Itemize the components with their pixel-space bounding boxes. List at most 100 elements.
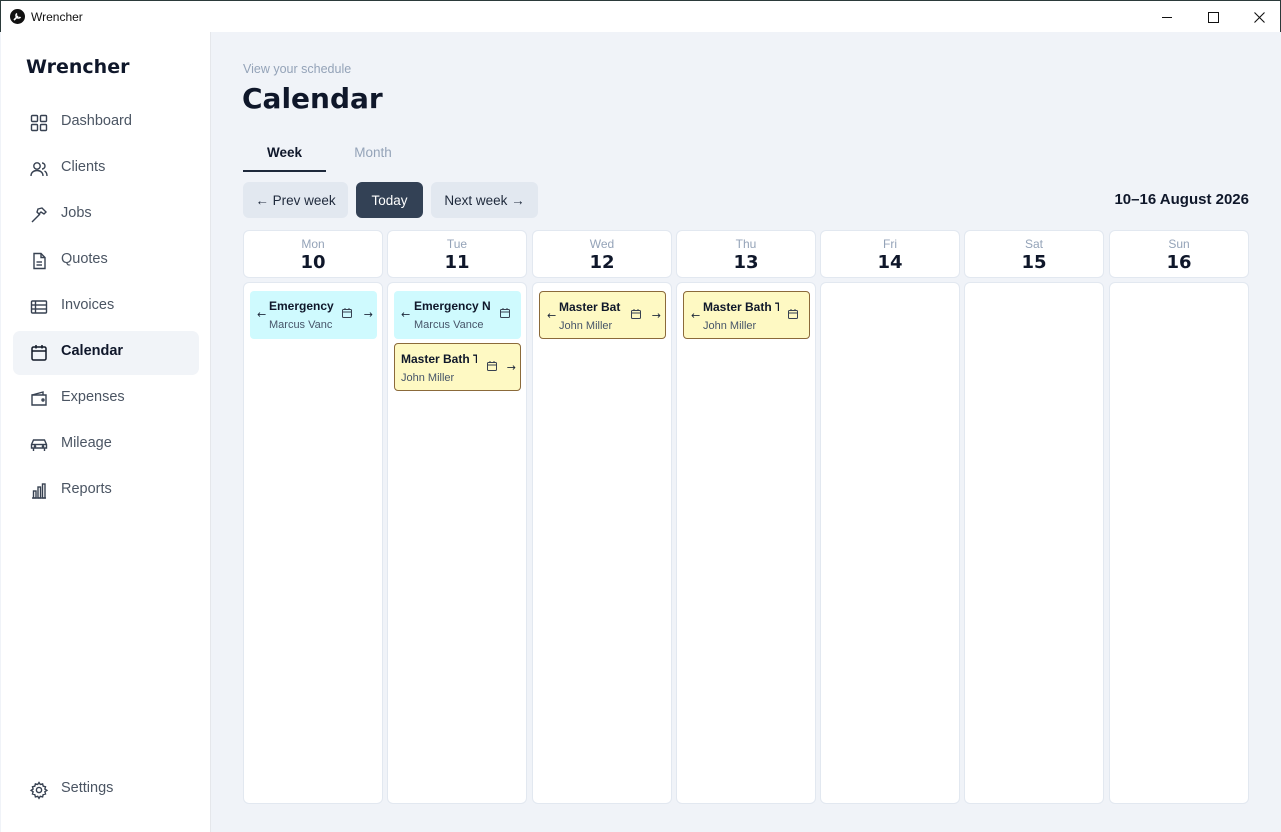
- sidebar-item-invoices[interactable]: Invoices: [13, 285, 199, 329]
- app-logo-icon: [10, 9, 25, 24]
- event-title: Master Bath T: [703, 300, 779, 314]
- move-left-arrow[interactable]: ←: [691, 309, 700, 322]
- today-button[interactable]: Today: [356, 182, 423, 218]
- event-title: Emergency No: [414, 299, 490, 313]
- move-left-arrow[interactable]: ←: [257, 308, 266, 321]
- calendar-event[interactable]: ← Emergency No Marcus Vance: [394, 291, 521, 339]
- day-number: 12: [589, 252, 615, 273]
- day-header-thu: Thu 13: [676, 230, 816, 278]
- window-title: Wrencher: [31, 10, 83, 24]
- receipt-icon: [30, 300, 48, 314]
- gear-icon: [29, 781, 49, 800]
- day-header-fri: Fri 14: [820, 230, 960, 278]
- calendar-event[interactable]: ← Emergency Marcus Vance →: [250, 291, 377, 339]
- calendar-icon[interactable]: [787, 308, 799, 320]
- day-header-wed: Wed 12: [532, 230, 672, 278]
- sidebar-item-quotes[interactable]: Quotes: [13, 239, 199, 283]
- sidebar: Wrencher Dashboard Clients Jobs Quotes I…: [1, 32, 211, 832]
- move-right-arrow[interactable]: →: [652, 309, 661, 322]
- minimize-button[interactable]: [1144, 1, 1190, 33]
- maximize-button[interactable]: [1190, 1, 1236, 33]
- calendar-icon[interactable]: [499, 307, 511, 319]
- day-name: Tue: [446, 237, 468, 251]
- calendar-event[interactable]: ← Master Bat John Miller →: [539, 291, 666, 339]
- sidebar-item-label: Dashboard: [61, 113, 132, 129]
- day-header-sun: Sun 16: [1109, 230, 1249, 278]
- sidebar-item-clients[interactable]: Clients: [13, 147, 199, 191]
- sidebar-item-expenses[interactable]: Expenses: [13, 377, 199, 421]
- day-column-mon[interactable]: ← Emergency Marcus Vance →: [243, 282, 383, 804]
- move-left-arrow[interactable]: ←: [547, 309, 556, 322]
- grid-icon: [30, 114, 48, 132]
- event-client: John Miller: [703, 320, 757, 332]
- tab-month[interactable]: Month: [333, 145, 413, 172]
- sidebar-item-label: Expenses: [61, 389, 125, 405]
- minimize-icon: [1161, 16, 1172, 18]
- event-client: Marcus Vance: [414, 319, 484, 331]
- event-client: John Miller: [401, 372, 455, 384]
- sidebar-item-label: Mileage: [61, 435, 112, 451]
- day-number: 13: [733, 252, 759, 273]
- wallet-icon: [31, 391, 47, 406]
- day-number: 11: [444, 252, 470, 273]
- page-subtitle: View your schedule: [243, 62, 352, 76]
- calendar-event[interactable]: ← Master Bath T John Miller: [683, 291, 810, 339]
- day-header-tue: Tue 11: [387, 230, 527, 278]
- document-icon: [33, 252, 46, 270]
- sidebar-item-label: Settings: [61, 780, 114, 796]
- calendar-icon[interactable]: [341, 307, 353, 319]
- day-header-sat: Sat 15: [964, 230, 1104, 278]
- day-name: Thu: [735, 237, 757, 251]
- event-title: Emergency: [269, 299, 334, 313]
- day-name: Sat: [1024, 237, 1043, 251]
- hammer-icon: [31, 207, 47, 223]
- day-column-sat[interactable]: [964, 282, 1104, 804]
- sidebar-item-settings[interactable]: Settings: [13, 768, 199, 812]
- day-column-fri[interactable]: [820, 282, 960, 804]
- day-name: Wed: [589, 237, 615, 251]
- day-number: 15: [1021, 252, 1047, 273]
- sidebar-item-label: Quotes: [61, 251, 108, 267]
- event-client: Marcus Vance: [269, 319, 332, 331]
- car-icon: [30, 439, 48, 451]
- day-name: Sun: [1168, 237, 1190, 251]
- day-column-tue[interactable]: ← Emergency No Marcus Vance Master Bath …: [387, 282, 527, 804]
- brand-name: Wrencher: [26, 56, 130, 78]
- day-header-mon: Mon 10: [243, 230, 383, 278]
- sidebar-item-label: Invoices: [61, 297, 115, 313]
- users-icon: [30, 162, 48, 177]
- page-title: Calendar: [242, 82, 383, 115]
- day-number: 16: [1166, 252, 1192, 273]
- title-bar: Wrencher: [0, 0, 1281, 32]
- close-button[interactable]: [1236, 1, 1281, 33]
- calendar-event[interactable]: Master Bath T John Miller →: [394, 343, 521, 391]
- bar-chart-icon: [32, 483, 46, 499]
- sidebar-item-dashboard[interactable]: Dashboard: [13, 101, 199, 145]
- sidebar-item-mileage[interactable]: Mileage: [13, 423, 199, 467]
- maximize-icon: [1207, 11, 1219, 23]
- day-column-thu[interactable]: ← Master Bath T John Miller: [676, 282, 816, 804]
- day-number: 14: [877, 252, 903, 273]
- sidebar-item-calendar[interactable]: Calendar: [13, 331, 199, 375]
- calendar-icon[interactable]: [630, 308, 642, 320]
- sidebar-item-jobs[interactable]: Jobs: [13, 193, 199, 237]
- day-column-sun[interactable]: [1109, 282, 1249, 804]
- event-client: John Miller: [559, 320, 613, 332]
- tab-week[interactable]: Week: [243, 145, 326, 172]
- move-right-arrow[interactable]: →: [507, 361, 516, 374]
- prev-week-button[interactable]: ← Prev week: [243, 182, 348, 218]
- calendar-icon[interactable]: [486, 360, 498, 372]
- sidebar-item-label: Calendar: [61, 343, 124, 359]
- next-week-button[interactable]: Next week →: [431, 182, 538, 218]
- move-right-arrow[interactable]: →: [364, 308, 373, 321]
- date-range-label: 10–16 August 2026: [1114, 191, 1249, 208]
- sidebar-item-reports[interactable]: Reports: [13, 469, 199, 513]
- close-icon: [1253, 11, 1265, 23]
- event-title: Master Bat: [559, 300, 621, 314]
- day-number: 10: [300, 252, 326, 273]
- move-left-arrow[interactable]: ←: [401, 308, 410, 321]
- day-column-wed[interactable]: ← Master Bat John Miller →: [532, 282, 672, 804]
- calendar-icon: [31, 345, 47, 361]
- day-name: Mon: [301, 237, 325, 251]
- sidebar-item-label: Reports: [61, 481, 112, 497]
